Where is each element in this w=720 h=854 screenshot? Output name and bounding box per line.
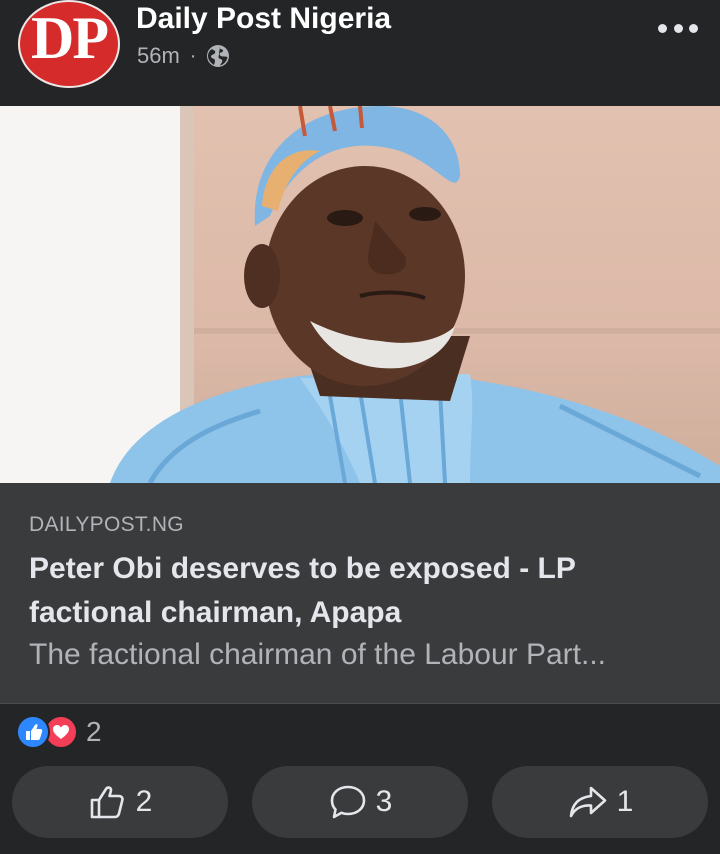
post-header: DP Daily Post Nigeria 56m · [0,0,720,106]
link-domain: DAILYPOST.NG [29,513,184,536]
comment-icon [330,785,365,819]
more-dots-icon[interactable] [658,14,698,42]
comment-count: 3 [375,785,393,818]
avatar-logo-text: DP [31,5,109,71]
link-preview-card[interactable]: DAILYPOST.NG Peter Obi deserves to be ex… [0,483,720,704]
share-button[interactable]: 1 [492,766,708,838]
link-title: Peter Obi deserves to be exposed - LP fa… [29,552,576,629]
thumbs-up-icon [90,786,124,819]
comment-button[interactable]: 3 [252,766,468,838]
post-image[interactable] [0,106,720,483]
reactions-summary[interactable]: 2 [16,714,102,750]
like-reaction-icon [16,715,50,749]
meta-separator: · [189,44,197,67]
link-description: The factional chairman of the Labour Par… [29,638,606,671]
post-timestamp[interactable]: 56m [137,43,180,69]
reaction-count: 2 [86,716,102,747]
post-meta: 56m · [137,42,230,70]
globe-icon [206,44,230,68]
share-arrow-icon [569,786,606,818]
portrait-illustration [0,106,720,483]
page-name-link[interactable]: Daily Post Nigeria [136,2,391,36]
like-count: 2 [135,785,153,818]
page-avatar[interactable]: DP [18,0,120,88]
like-button[interactable]: 2 [12,766,228,838]
share-count: 1 [616,785,634,818]
